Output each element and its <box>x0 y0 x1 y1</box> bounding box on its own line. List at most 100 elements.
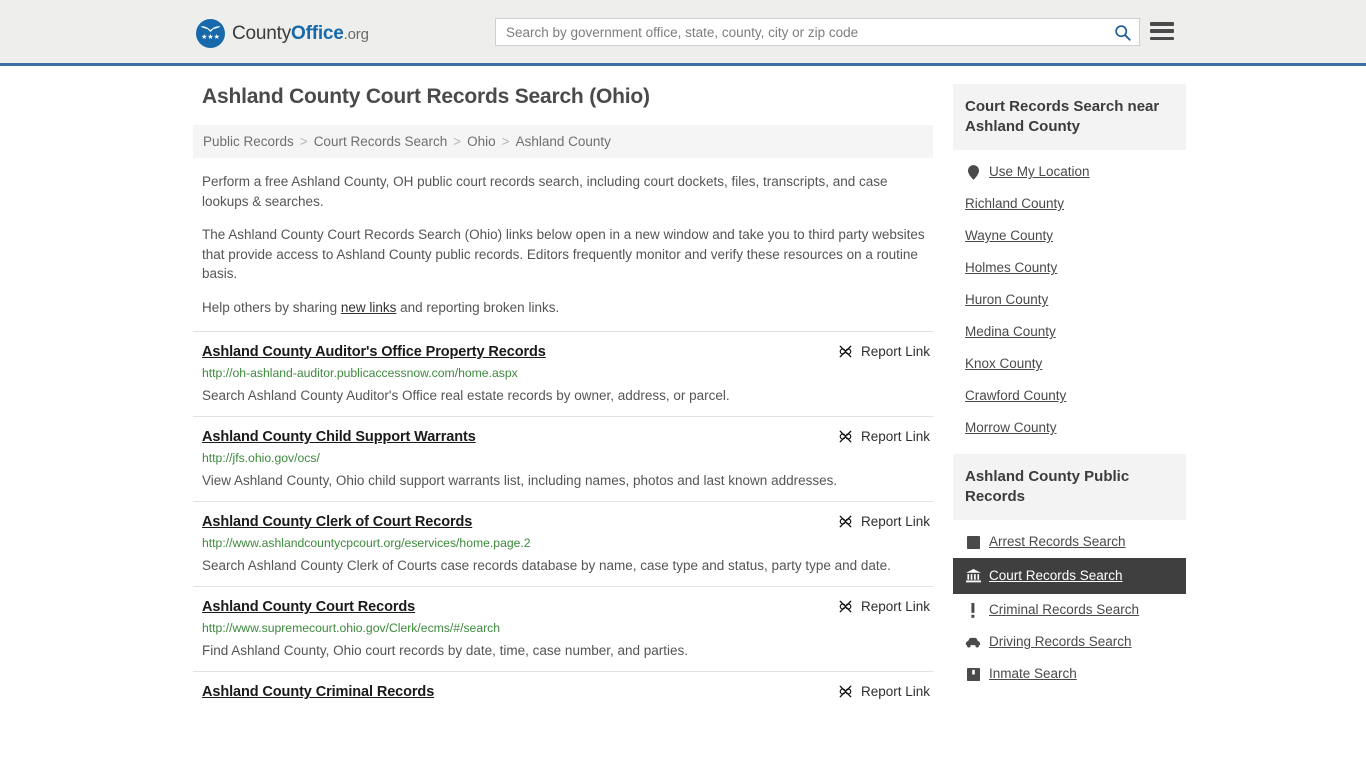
breadcrumb-item-court-records-search[interactable]: Court Records Search <box>314 134 448 149</box>
search-input[interactable] <box>496 19 1105 45</box>
broken-link-icon <box>838 344 853 359</box>
list-item: Arrest Records Search <box>953 526 1186 558</box>
logo-stars: ★★★ <box>201 34 220 41</box>
nearby-searches-box: Court Records Search near Ashland County… <box>953 84 1186 444</box>
sidebar-item-wayne-county[interactable]: Wayne County <box>953 220 1186 252</box>
sidebar-item-label: Arrest Records Search <box>989 534 1126 549</box>
breadcrumb-item-public-records[interactable]: Public Records <box>203 134 294 149</box>
results-list: Ashland County Auditor's Office Property… <box>193 331 933 714</box>
site-header: ★★★ CountyOffice.org <box>0 0 1366 66</box>
report-link-label: Report Link <box>860 599 930 614</box>
broken-link-icon <box>838 684 853 699</box>
broken-link-icon <box>838 429 853 444</box>
location-pin-icon <box>965 164 981 180</box>
hamburger-bar <box>1150 22 1174 26</box>
page-title: Ashland County Court Records Search (Ohi… <box>202 85 650 108</box>
report-link-label: Report Link <box>860 344 930 359</box>
sidebar-item-crawford-county[interactable]: Crawford County <box>953 380 1186 412</box>
report-link-label: Report Link <box>860 684 930 699</box>
result-description: Search Ashland County Clerk of Courts ca… <box>202 558 891 573</box>
report-link-button[interactable]: Report Link <box>838 514 930 529</box>
main-column: Ashland County Court Records Search (Ohi… <box>193 84 933 714</box>
hamburger-bar <box>1150 29 1174 33</box>
breadcrumb: Public Records > Court Records Search > … <box>193 125 933 158</box>
list-item: Criminal Records Search <box>953 594 1186 626</box>
car-icon <box>965 634 981 650</box>
list-item: Wayne County <box>953 220 1186 252</box>
hamburger-menu-icon[interactable] <box>1150 20 1174 42</box>
result-description: View Ashland County, Ohio child support … <box>202 473 838 488</box>
new-links-link[interactable]: new links <box>341 300 397 315</box>
result-description: Find Ashland County, Ohio court records … <box>202 643 689 658</box>
sidebar-item-medina-county[interactable]: Medina County <box>953 316 1186 348</box>
breadcrumb-separator: > <box>501 134 510 149</box>
list-item: Huron County <box>953 284 1186 316</box>
breadcrumb-item-ohio[interactable]: Ohio <box>467 134 496 149</box>
intro-p3-after: and reporting broken links. <box>396 299 560 315</box>
result-url: http://jfs.ohio.gov/ocs/ <box>202 451 320 465</box>
breadcrumb-separator: > <box>453 134 462 149</box>
sidebar-item-driving-records-search[interactable]: Driving Records Search <box>953 626 1186 658</box>
list-item: Morrow County <box>953 412 1186 444</box>
sidebar-item-label: Medina County <box>965 324 1056 339</box>
sidebar-item-label: Huron County <box>965 292 1049 307</box>
exclamation-icon <box>965 602 981 618</box>
result-url: http://www.supremecourt.ohio.gov/Clerk/e… <box>202 621 501 635</box>
sidebar-item-morrow-county[interactable]: Morrow County <box>953 412 1186 444</box>
result-title-link[interactable]: Ashland County Criminal Records <box>202 684 434 700</box>
sidebar-item-arrest-records-search[interactable]: Arrest Records Search <box>953 526 1186 558</box>
sidebar-item-inmate-search[interactable]: Inmate Search <box>953 658 1186 690</box>
result-item: Ashland County Clerk of Court Records ht… <box>193 501 933 586</box>
result-item: Ashland County Child Support Warrants ht… <box>193 416 933 501</box>
nearby-searches-list: Use My Location Richland County Wayne Co… <box>953 150 1186 444</box>
page-body: Ashland County Court Records Search (Ohi… <box>0 66 1366 714</box>
logo-text-office: Office <box>291 22 344 44</box>
result-title-link[interactable]: Ashland County Child Support Warrants <box>202 429 476 445</box>
report-link-button[interactable]: Report Link <box>838 344 930 359</box>
search-button[interactable] <box>1105 19 1139 45</box>
sidebar-item-knox-county[interactable]: Knox County <box>953 348 1186 380</box>
public-records-list: Arrest Records Search Court Records Sear… <box>953 520 1186 690</box>
sidebar-item-label: Court Records Search <box>989 568 1123 583</box>
sidebar-item-holmes-county[interactable]: Holmes County <box>953 252 1186 284</box>
sidebar-item-label: Inmate Search <box>989 666 1077 681</box>
site-logo[interactable]: ★★★ CountyOffice.org <box>196 19 369 48</box>
intro-paragraph-2: The Ashland County Court Records Search … <box>202 227 925 281</box>
sidebar-item-criminal-records-search[interactable]: Criminal Records Search <box>953 594 1186 626</box>
public-records-box: Ashland County Public Records Arrest Rec… <box>953 454 1186 690</box>
result-title-link[interactable]: Ashland County Auditor's Office Property… <box>202 344 546 360</box>
result-title-link[interactable]: Ashland County Clerk of Court Records <box>202 514 472 530</box>
sidebar-item-label: Crawford County <box>965 388 1067 403</box>
report-link-label: Report Link <box>860 514 930 529</box>
sidebar-item-court-records-search[interactable]: Court Records Search <box>953 558 1186 594</box>
sidebar-item-huron-county[interactable]: Huron County <box>953 284 1186 316</box>
report-link-label: Report Link <box>860 429 930 444</box>
list-item: Richland County <box>953 188 1186 220</box>
report-link-button[interactable]: Report Link <box>838 429 930 444</box>
report-link-button[interactable]: Report Link <box>838 684 930 699</box>
sidebar-item-label: Wayne County <box>965 228 1054 243</box>
intro-paragraph-3: Help others by sharing new links and rep… <box>202 298 933 318</box>
list-item: Crawford County <box>953 380 1186 412</box>
sidebar-item-richland-county[interactable]: Richland County <box>953 188 1186 220</box>
public-records-heading: Ashland County Public Records <box>953 454 1186 520</box>
result-item: Ashland County Court Records http://www.… <box>193 586 933 671</box>
sidebar-item-use-my-location[interactable]: Use My Location <box>953 156 1186 188</box>
intro-text: Perform a free Ashland County, OH public… <box>202 172 933 317</box>
courthouse-icon <box>965 568 981 584</box>
sidebar-item-label: Driving Records Search <box>989 634 1132 649</box>
intro-p3-before: Help others by sharing <box>202 299 341 315</box>
hamburger-bar <box>1150 36 1174 40</box>
result-title-link[interactable]: Ashland County Court Records <box>202 599 415 615</box>
broken-link-icon <box>838 514 853 529</box>
sidebar-item-label: Use My Location <box>989 164 1090 179</box>
breadcrumb-separator: > <box>299 134 308 149</box>
report-link-button[interactable]: Report Link <box>838 599 930 614</box>
list-item: Use My Location <box>953 156 1186 188</box>
result-description: Search Ashland County Auditor's Office r… <box>202 388 730 403</box>
result-url: http://oh-ashland-auditor.publicaccessno… <box>202 366 518 380</box>
sidebar: Court Records Search near Ashland County… <box>953 84 1186 700</box>
breadcrumb-item-ashland-county[interactable]: Ashland County <box>516 134 611 149</box>
search-bar[interactable] <box>495 18 1140 46</box>
nearby-searches-heading: Court Records Search near Ashland County <box>953 84 1186 150</box>
